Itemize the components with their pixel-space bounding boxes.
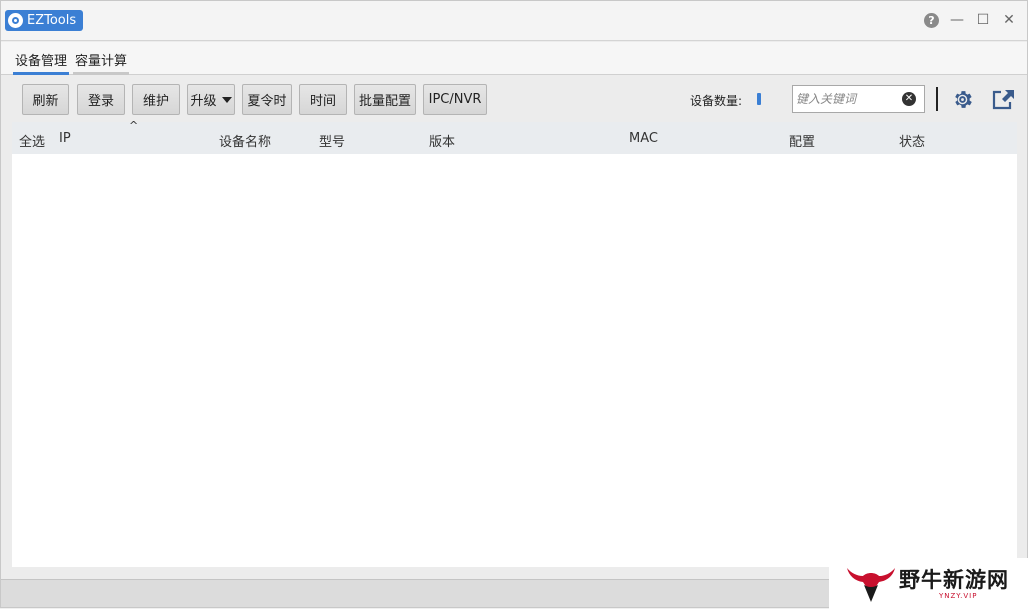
search-input[interactable] bbox=[796, 90, 900, 108]
refresh-button[interactable]: 刷新 bbox=[22, 84, 69, 115]
title-bar: EZTools ? — ☐ ✕ bbox=[1, 1, 1027, 41]
minimize-icon[interactable]: — bbox=[949, 12, 965, 28]
column-device-name[interactable]: 设备名称 bbox=[219, 131, 271, 150]
column-ip[interactable]: IP bbox=[59, 131, 71, 146]
toolbar-divider bbox=[936, 87, 938, 111]
batch-config-button[interactable]: 批量配置 bbox=[354, 84, 416, 115]
time-button-label: 时间 bbox=[309, 94, 336, 109]
maintain-button-label: 维护 bbox=[142, 94, 169, 109]
maintain-button[interactable]: 维护 bbox=[132, 84, 180, 115]
column-model[interactable]: 型号 bbox=[319, 131, 345, 150]
refresh-button-label: 刷新 bbox=[32, 94, 59, 109]
time-button[interactable]: 时间 bbox=[299, 84, 347, 115]
login-button-label: 登录 bbox=[87, 94, 114, 109]
device-count-value: 0 bbox=[757, 93, 761, 105]
bull-logo-icon bbox=[847, 568, 895, 602]
watermark-text: 野牛新游网 bbox=[899, 568, 1009, 592]
column-version[interactable]: 版本 bbox=[429, 131, 455, 150]
app-window: EZTools ? — ☐ ✕ 设备管理 容量计算 刷新 登录 维护 升级 夏令… bbox=[0, 0, 1028, 609]
device-table: 全选 IP ^ 设备名称 型号 版本 MAC 配置 状态 bbox=[12, 119, 1017, 567]
column-status[interactable]: 状态 bbox=[899, 131, 925, 150]
help-icon[interactable]: ? bbox=[924, 12, 939, 28]
ipc-nvr-button-label: IPC/NVR bbox=[428, 92, 482, 107]
gear-icon[interactable] bbox=[951, 88, 974, 111]
column-config[interactable]: 配置 bbox=[789, 131, 815, 150]
close-icon[interactable]: ✕ bbox=[1001, 12, 1017, 28]
device-count-label: 设备数量: bbox=[690, 94, 743, 108]
table-body bbox=[12, 154, 1017, 567]
app-title-badge: EZTools bbox=[5, 10, 84, 31]
watermark-subtext: YNZY.VIP bbox=[939, 592, 978, 600]
export-icon[interactable] bbox=[991, 88, 1015, 110]
table-header: 全选 IP ^ 设备名称 型号 版本 MAC 配置 状态 bbox=[12, 119, 1017, 154]
app-logo-icon bbox=[8, 13, 23, 28]
app-title: EZTools bbox=[27, 13, 77, 28]
column-select-all[interactable]: 全选 bbox=[19, 131, 45, 150]
clear-search-icon[interactable]: ✕ bbox=[902, 92, 916, 106]
caret-down-icon bbox=[221, 96, 232, 103]
dst-button[interactable]: 夏令时 bbox=[242, 84, 292, 115]
dst-button-label: 夏令时 bbox=[247, 94, 287, 109]
upgrade-button-label: 升级 bbox=[190, 94, 217, 109]
login-button[interactable]: 登录 bbox=[77, 84, 125, 115]
batch-config-button-label: 批量配置 bbox=[358, 94, 411, 109]
tab-bar: 设备管理 容量计算 bbox=[1, 42, 1027, 75]
toolbar: 刷新 登录 维护 升级 夏令时 时间 批量配置 IPC/NVR 设备数量: 0 … bbox=[1, 76, 1027, 121]
tab-capacity-calculation[interactable]: 容量计算 bbox=[73, 50, 130, 75]
search-box: ✕ bbox=[792, 85, 925, 113]
tab-device-management[interactable]: 设备管理 bbox=[13, 50, 70, 75]
sort-asc-icon: ^ bbox=[129, 119, 139, 132]
column-mac[interactable]: MAC bbox=[629, 131, 658, 146]
window-controls: ? — ☐ ✕ bbox=[924, 12, 1017, 28]
watermark: 野牛新游网 YNZY.VIP bbox=[829, 558, 1028, 609]
ipc-nvr-button[interactable]: IPC/NVR bbox=[423, 84, 487, 115]
upgrade-dropdown-button[interactable]: 升级 bbox=[187, 84, 235, 115]
maximize-icon[interactable]: ☐ bbox=[975, 12, 991, 28]
